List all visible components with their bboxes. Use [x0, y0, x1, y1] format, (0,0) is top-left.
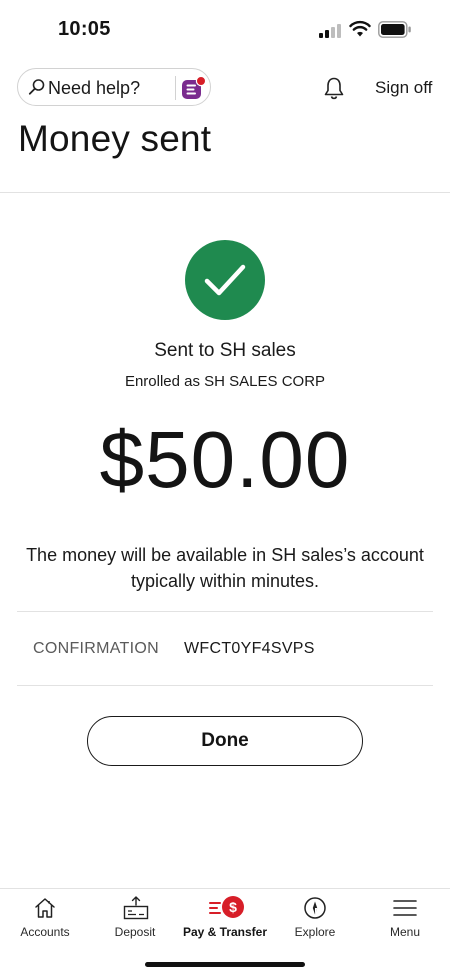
section-divider [17, 685, 433, 686]
header-divider [0, 192, 450, 193]
amount-sent: $50.00 [99, 415, 351, 504]
need-help-search[interactable]: Need help? [17, 68, 211, 106]
recipient-heading: Sent to SH sales [154, 340, 296, 361]
nav-item-pay-transfer[interactable]: $ Pay & Transfer [180, 889, 270, 949]
nav-label: Menu [389, 925, 421, 939]
bell-icon[interactable] [323, 76, 345, 100]
nav-label: Accounts [20, 925, 70, 939]
status-time: 10:05 [58, 18, 111, 40]
fargo-assistant-icon[interactable] [180, 75, 208, 101]
nav-item-explore[interactable]: Explore [270, 889, 360, 949]
page-title: Money sent [18, 118, 212, 159]
need-help-label: Need help? [48, 78, 141, 98]
section-divider [17, 611, 433, 612]
nav-label: Deposit [114, 925, 156, 939]
nav-item-accounts[interactable]: Accounts [0, 889, 90, 949]
nav-label: Explore [294, 925, 336, 939]
nav-item-deposit[interactable]: Deposit [90, 889, 180, 949]
status-bar: 10:05 [0, 0, 450, 60]
bottom-nav: Accounts Deposit $ Pay & Transfer Explor… [0, 889, 450, 949]
cellular-signal-icon [319, 24, 343, 38]
nav-label: Pay & Transfer [182, 925, 268, 939]
sign-off-link[interactable]: Sign off [375, 78, 432, 98]
pay-transfer-icon: $ [209, 896, 245, 920]
check-circle-icon [185, 240, 265, 320]
search-icon [28, 79, 45, 95]
help-divider [175, 76, 176, 100]
compass-icon [304, 897, 326, 919]
confirmation-label: CONFIRMATION [33, 640, 159, 657]
availability-message: The money will be available in SH sales’… [26, 545, 424, 591]
hamburger-menu-icon [393, 900, 417, 916]
done-button[interactable]: Done [87, 716, 363, 766]
home-icon [35, 898, 55, 918]
deposit-check-icon [123, 896, 149, 920]
confirmation-number: WFCT0YF4SVPS [184, 640, 315, 657]
home-indicator [145, 962, 305, 967]
enrolled-name: Enrolled as SH SALES CORP [124, 373, 326, 390]
battery-icon [378, 21, 411, 38]
wifi-icon [349, 20, 371, 37]
nav-item-menu[interactable]: Menu [360, 889, 450, 949]
